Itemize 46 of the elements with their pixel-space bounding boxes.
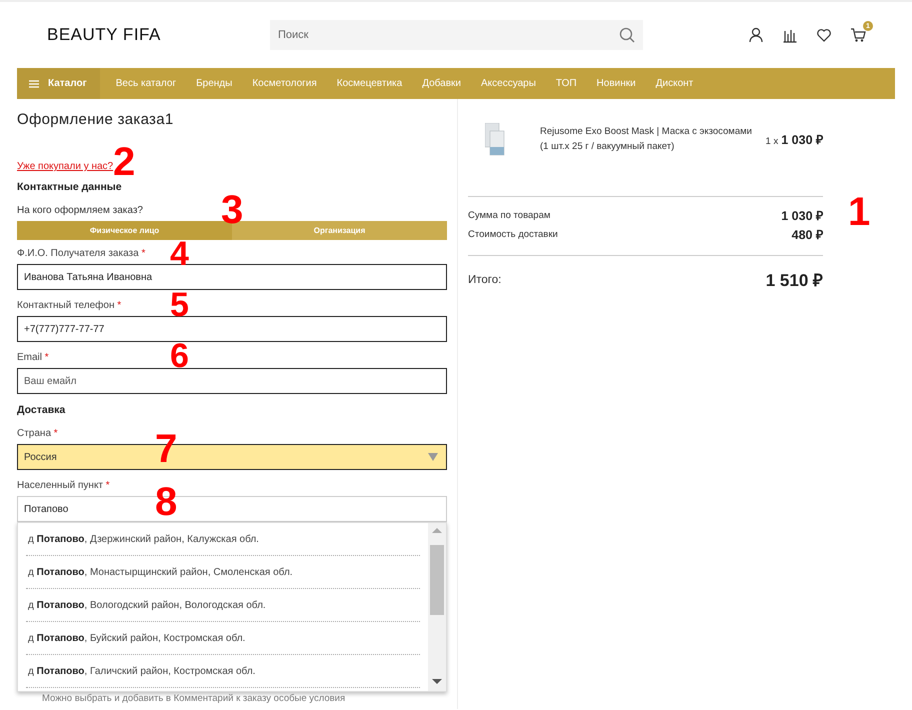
summary-value: 1 030 ₽ [781,208,823,224]
heart-icon[interactable] [816,27,832,43]
section-heading: Доставка [17,404,66,416]
user-icon[interactable] [748,27,764,43]
annotation-number: 1 [848,192,870,232]
product-name[interactable]: Rejusome Exo Boost Mask | Маска с экзосомами [540,124,766,139]
dropdown-caret-icon [428,453,438,461]
product-details: (1 шт.х 25 г / вакуумный пакет) [540,140,676,154]
annotation-number: 5 [170,293,189,317]
input-field[interactable]: Ваш емайл [17,368,447,394]
annotation-number: 4 [170,242,189,266]
annotation-number: 2 [113,142,136,182]
suggestion-item[interactable]: д Потапово, Дзержинский район, Калужская обл. [26,523,420,556]
field-label: На кого оформляем заказ? [17,205,144,216]
summary-label: Сумма по товарам [468,210,550,221]
returning-customer-link[interactable]: Уже покупали у нас? [17,161,114,172]
logo[interactable]: BEAUTY FIFA [47,25,270,45]
page-title: Оформление заказа1 [17,111,175,128]
suggestion-item[interactable]: д Потапово, Вологодский район, Вологодская обл. [26,589,420,622]
field-label: Страна * [17,428,59,439]
suggestion-item[interactable]: д Потапово, Монастырщинский район, Смоленская обл. [26,556,420,589]
suggestion-item[interactable]: д Потапово, Буйский район, Костромская обл. [26,622,420,655]
item-price: 1 030 ₽ [781,132,823,146]
bar-chart-icon[interactable] [782,27,798,43]
summary-value: 480 ₽ [792,227,823,243]
input-field[interactable]: Иванова Татьяна Ивановна [17,264,447,290]
product-thumbnail-drawing [485,122,505,156]
field-label: Email * [17,352,50,363]
search-field[interactable]: Поиск [270,20,643,50]
suggestion-item[interactable]: д Потапово, Галичский район, Костромская обл. [26,655,420,688]
section-heading: Контактные данные [17,181,123,193]
quantity-text: 1 x [766,136,778,146]
menu-icon [29,80,39,88]
annotation-number: 6 [170,344,189,368]
scrollbar-drawing[interactable] [428,523,446,691]
field-label: Контактный телефон * [17,300,122,311]
total-value: 1 510 ₽ [766,270,823,291]
total-label: Итого: [468,274,502,286]
catalog-menu-button[interactable]: Каталог [17,68,100,99]
field-label: Ф.И.О. Получателя заказа * [17,248,146,259]
hint-text: Можно выбрать и добавить в Комментарий к заказу особые условия [42,693,346,704]
summary-label: Стоимость доставки [468,229,558,240]
search-icon[interactable] [619,27,635,43]
cart-icon[interactable] [850,27,866,43]
input-field[interactable]: +7(777)777-77-77 [17,316,447,342]
field-label: Населенный пункт * [17,480,111,491]
